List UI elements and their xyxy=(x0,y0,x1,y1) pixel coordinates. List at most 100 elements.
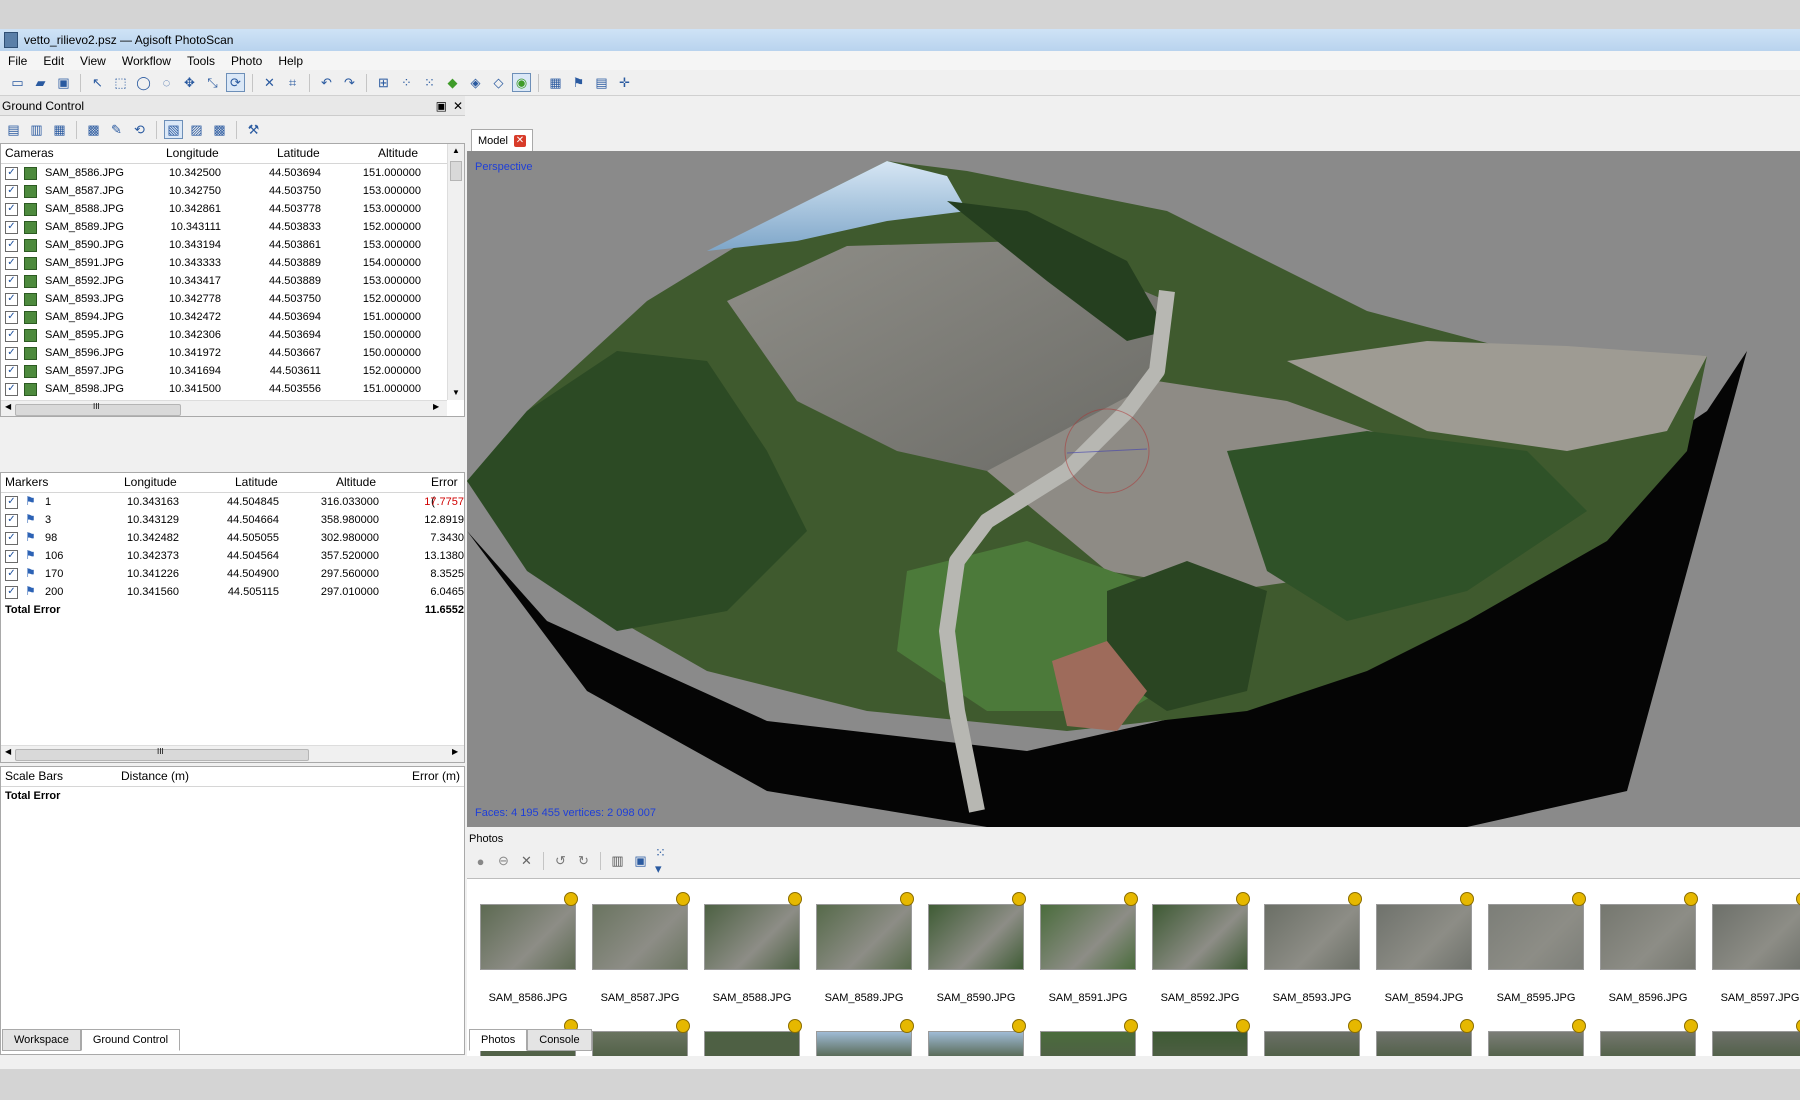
view-estimated-icon[interactable]: ▨ xyxy=(187,120,206,139)
photo-thumbnail-image[interactable] xyxy=(1712,904,1800,970)
tab-photos[interactable]: Photos xyxy=(469,1029,528,1051)
settings-table-icon[interactable]: ▩ xyxy=(84,120,103,139)
tab-ground-control[interactable]: Ground Control xyxy=(80,1029,181,1051)
update-icon[interactable]: ⟲ xyxy=(130,120,149,139)
photo-thumbnail-image[interactable] xyxy=(928,904,1024,970)
column-scale-bars[interactable]: Scale Bars xyxy=(5,767,63,786)
menu-tools[interactable]: Tools xyxy=(179,54,223,68)
shaded-model-icon[interactable]: ◆ xyxy=(443,73,462,92)
camera-checkbox[interactable]: ✓ xyxy=(5,185,18,198)
enable-camera-icon[interactable]: ● xyxy=(471,852,490,871)
marker-row[interactable]: ✓ ⚑ 106 10.342373 44.504564 357.520000 13.1380 xyxy=(1,547,464,565)
column-markers[interactable]: Markers xyxy=(5,473,48,492)
scroll-left-arrow-icon[interactable]: ◀ xyxy=(5,402,11,411)
camera-row[interactable]: ✓ SAM_8593.JPG 10.342778 44.503750 152.00000… xyxy=(1,290,464,308)
camera-checkbox[interactable]: ✓ xyxy=(5,293,18,306)
marker-row[interactable]: ✓ ⚑ 170 10.341226 44.504900 297.560000 8.3525 xyxy=(1,565,464,583)
rotate-left-icon[interactable]: ↺ xyxy=(551,852,570,871)
photo-thumbnail-image[interactable] xyxy=(1488,904,1584,970)
menu-view[interactable]: View xyxy=(72,54,114,68)
cameras-vertical-scrollbar[interactable]: ▲ ▼ xyxy=(447,144,464,400)
camera-row[interactable]: ✓ SAM_8597.JPG 10.341694 44.503611 152.00000… xyxy=(1,362,464,380)
thumbnail-size-icon[interactable]: ⁙▾ xyxy=(654,845,673,876)
crop-selection-icon[interactable]: ⌗ xyxy=(283,73,302,92)
camera-row[interactable]: ✓ SAM_8587.JPG 10.342750 44.503750 153.00000… xyxy=(1,182,464,200)
show-photos-icon[interactable]: ▦ xyxy=(546,73,565,92)
scroll-right-arrow-icon[interactable]: ▶ xyxy=(433,402,439,411)
column-longitude[interactable]: Longitude xyxy=(166,144,219,163)
photo-thumbnail-image[interactable] xyxy=(704,904,800,970)
close-tab-icon[interactable]: ✕ xyxy=(513,134,526,147)
delete-selection-icon[interactable]: ✕ xyxy=(260,73,279,92)
terrain-model[interactable] xyxy=(467,151,1800,827)
camera-checkbox[interactable]: ✓ xyxy=(5,383,18,396)
marker-checkbox[interactable]: ✓ xyxy=(5,568,18,581)
marker-row[interactable]: ✓ ⚑ 200 10.341560 44.505115 297.010000 6.0465 xyxy=(1,583,464,601)
camera-checkbox[interactable]: ✓ xyxy=(5,329,18,342)
photo-thumbnail-image[interactable] xyxy=(1488,1031,1584,1056)
free-select-icon[interactable]: ◌ xyxy=(157,73,176,92)
column-latitude[interactable]: Latitude xyxy=(277,144,320,163)
marker-checkbox[interactable]: ✓ xyxy=(5,586,18,599)
camera-checkbox[interactable]: ✓ xyxy=(5,275,18,288)
tab-model[interactable]: Model ✕ xyxy=(471,129,533,151)
tab-console[interactable]: Console xyxy=(527,1029,592,1051)
dense-cloud-icon[interactable]: ⁙ xyxy=(420,73,439,92)
camera-row[interactable]: ✓ SAM_8589.JPG 10.343111 44.503833 152.00000… xyxy=(1,218,464,236)
tools-icon[interactable]: ⚒ xyxy=(244,120,263,139)
save-icon[interactable]: ▣ xyxy=(54,73,73,92)
resize-region-icon[interactable]: ⤡ xyxy=(203,73,222,92)
solid-model-icon[interactable]: ◈ xyxy=(466,73,485,92)
photo-thumbnail-image[interactable] xyxy=(1376,904,1472,970)
column-error[interactable]: Error ( xyxy=(431,473,464,508)
photo-thumbnail-image[interactable] xyxy=(1600,904,1696,970)
circle-select-icon[interactable]: ◯ xyxy=(134,73,153,92)
scroll-left-arrow-icon[interactable]: ◀ xyxy=(5,747,11,756)
wireframe-model-icon[interactable]: ◇ xyxy=(489,73,508,92)
camera-checkbox[interactable]: ✓ xyxy=(5,365,18,378)
marker-row[interactable]: ✓ ⚑ 1 10.343163 44.504845 316.033000 17.7757 xyxy=(1,493,464,511)
tab-workspace[interactable]: Workspace xyxy=(2,1029,81,1051)
show-markers-icon[interactable]: ⚑ xyxy=(569,73,588,92)
view-source-icon[interactable]: ▧ xyxy=(164,120,183,139)
column-longitude[interactable]: Longitude xyxy=(124,473,177,492)
camera-row[interactable]: ✓ SAM_8591.JPG 10.343333 44.503889 154.00000… xyxy=(1,254,464,272)
photo-thumbnail-image[interactable] xyxy=(1264,1031,1360,1056)
new-file-icon[interactable]: ▭ xyxy=(8,73,27,92)
remove-camera-icon[interactable]: ✕ xyxy=(517,852,536,871)
camera-checkbox[interactable]: ✓ xyxy=(5,203,18,216)
move-region-icon[interactable]: ✥ xyxy=(180,73,199,92)
scroll-down-arrow-icon[interactable]: ▼ xyxy=(452,388,460,397)
photo-thumbnail-image[interactable] xyxy=(1264,904,1360,970)
model-viewport[interactable]: Perspective Faces: 4 195 455 vertices: 2… xyxy=(467,151,1800,827)
rectangle-select-icon[interactable]: ⬚ xyxy=(111,73,130,92)
photo-thumbnail-image[interactable] xyxy=(1040,904,1136,970)
marker-checkbox[interactable]: ✓ xyxy=(5,496,18,509)
photo-thumbnail-image[interactable] xyxy=(480,904,576,970)
column-altitude[interactable]: Altitude xyxy=(378,144,418,163)
camera-row[interactable]: ✓ SAM_8594.JPG 10.342472 44.503694 151.00000… xyxy=(1,308,464,326)
camera-row[interactable]: ✓ SAM_8588.JPG 10.342861 44.503778 153.00000… xyxy=(1,200,464,218)
show-cameras-icon[interactable]: ⊞ xyxy=(374,73,393,92)
open-folder-icon[interactable]: ▰ xyxy=(31,73,50,92)
import-icon[interactable]: ▤ xyxy=(4,120,23,139)
show-region-icon[interactable]: ▤ xyxy=(592,73,611,92)
close-panel-icon[interactable]: ✕ xyxy=(453,99,463,113)
scroll-up-arrow-icon[interactable]: ▲ xyxy=(452,146,460,155)
photo-thumbnail-image[interactable] xyxy=(592,904,688,970)
camera-checkbox[interactable]: ✓ xyxy=(5,311,18,324)
show-images-icon[interactable]: ▣ xyxy=(631,852,650,871)
redo-icon[interactable]: ↷ xyxy=(340,73,359,92)
import-markers-icon[interactable]: ▦ xyxy=(50,120,69,139)
edit-pen-icon[interactable]: ✎ xyxy=(107,120,126,139)
column-cameras[interactable]: Cameras xyxy=(5,144,54,163)
menu-file[interactable]: File xyxy=(0,54,35,68)
point-cloud-icon[interactable]: ⁘ xyxy=(397,73,416,92)
photo-thumbnail-image[interactable] xyxy=(1152,1031,1248,1056)
camera-row[interactable]: ✓ SAM_8598.JPG 10.341500 44.503556 151.00000… xyxy=(1,380,464,398)
undo-icon[interactable]: ↶ xyxy=(317,73,336,92)
camera-row[interactable]: ✓ SAM_8586.JPG 10.342500 44.503694 151.00000… xyxy=(1,164,464,182)
camera-checkbox[interactable]: ✓ xyxy=(5,239,18,252)
photo-thumbnail-image[interactable] xyxy=(1376,1031,1472,1056)
photo-thumbnail-image[interactable] xyxy=(592,1031,688,1056)
